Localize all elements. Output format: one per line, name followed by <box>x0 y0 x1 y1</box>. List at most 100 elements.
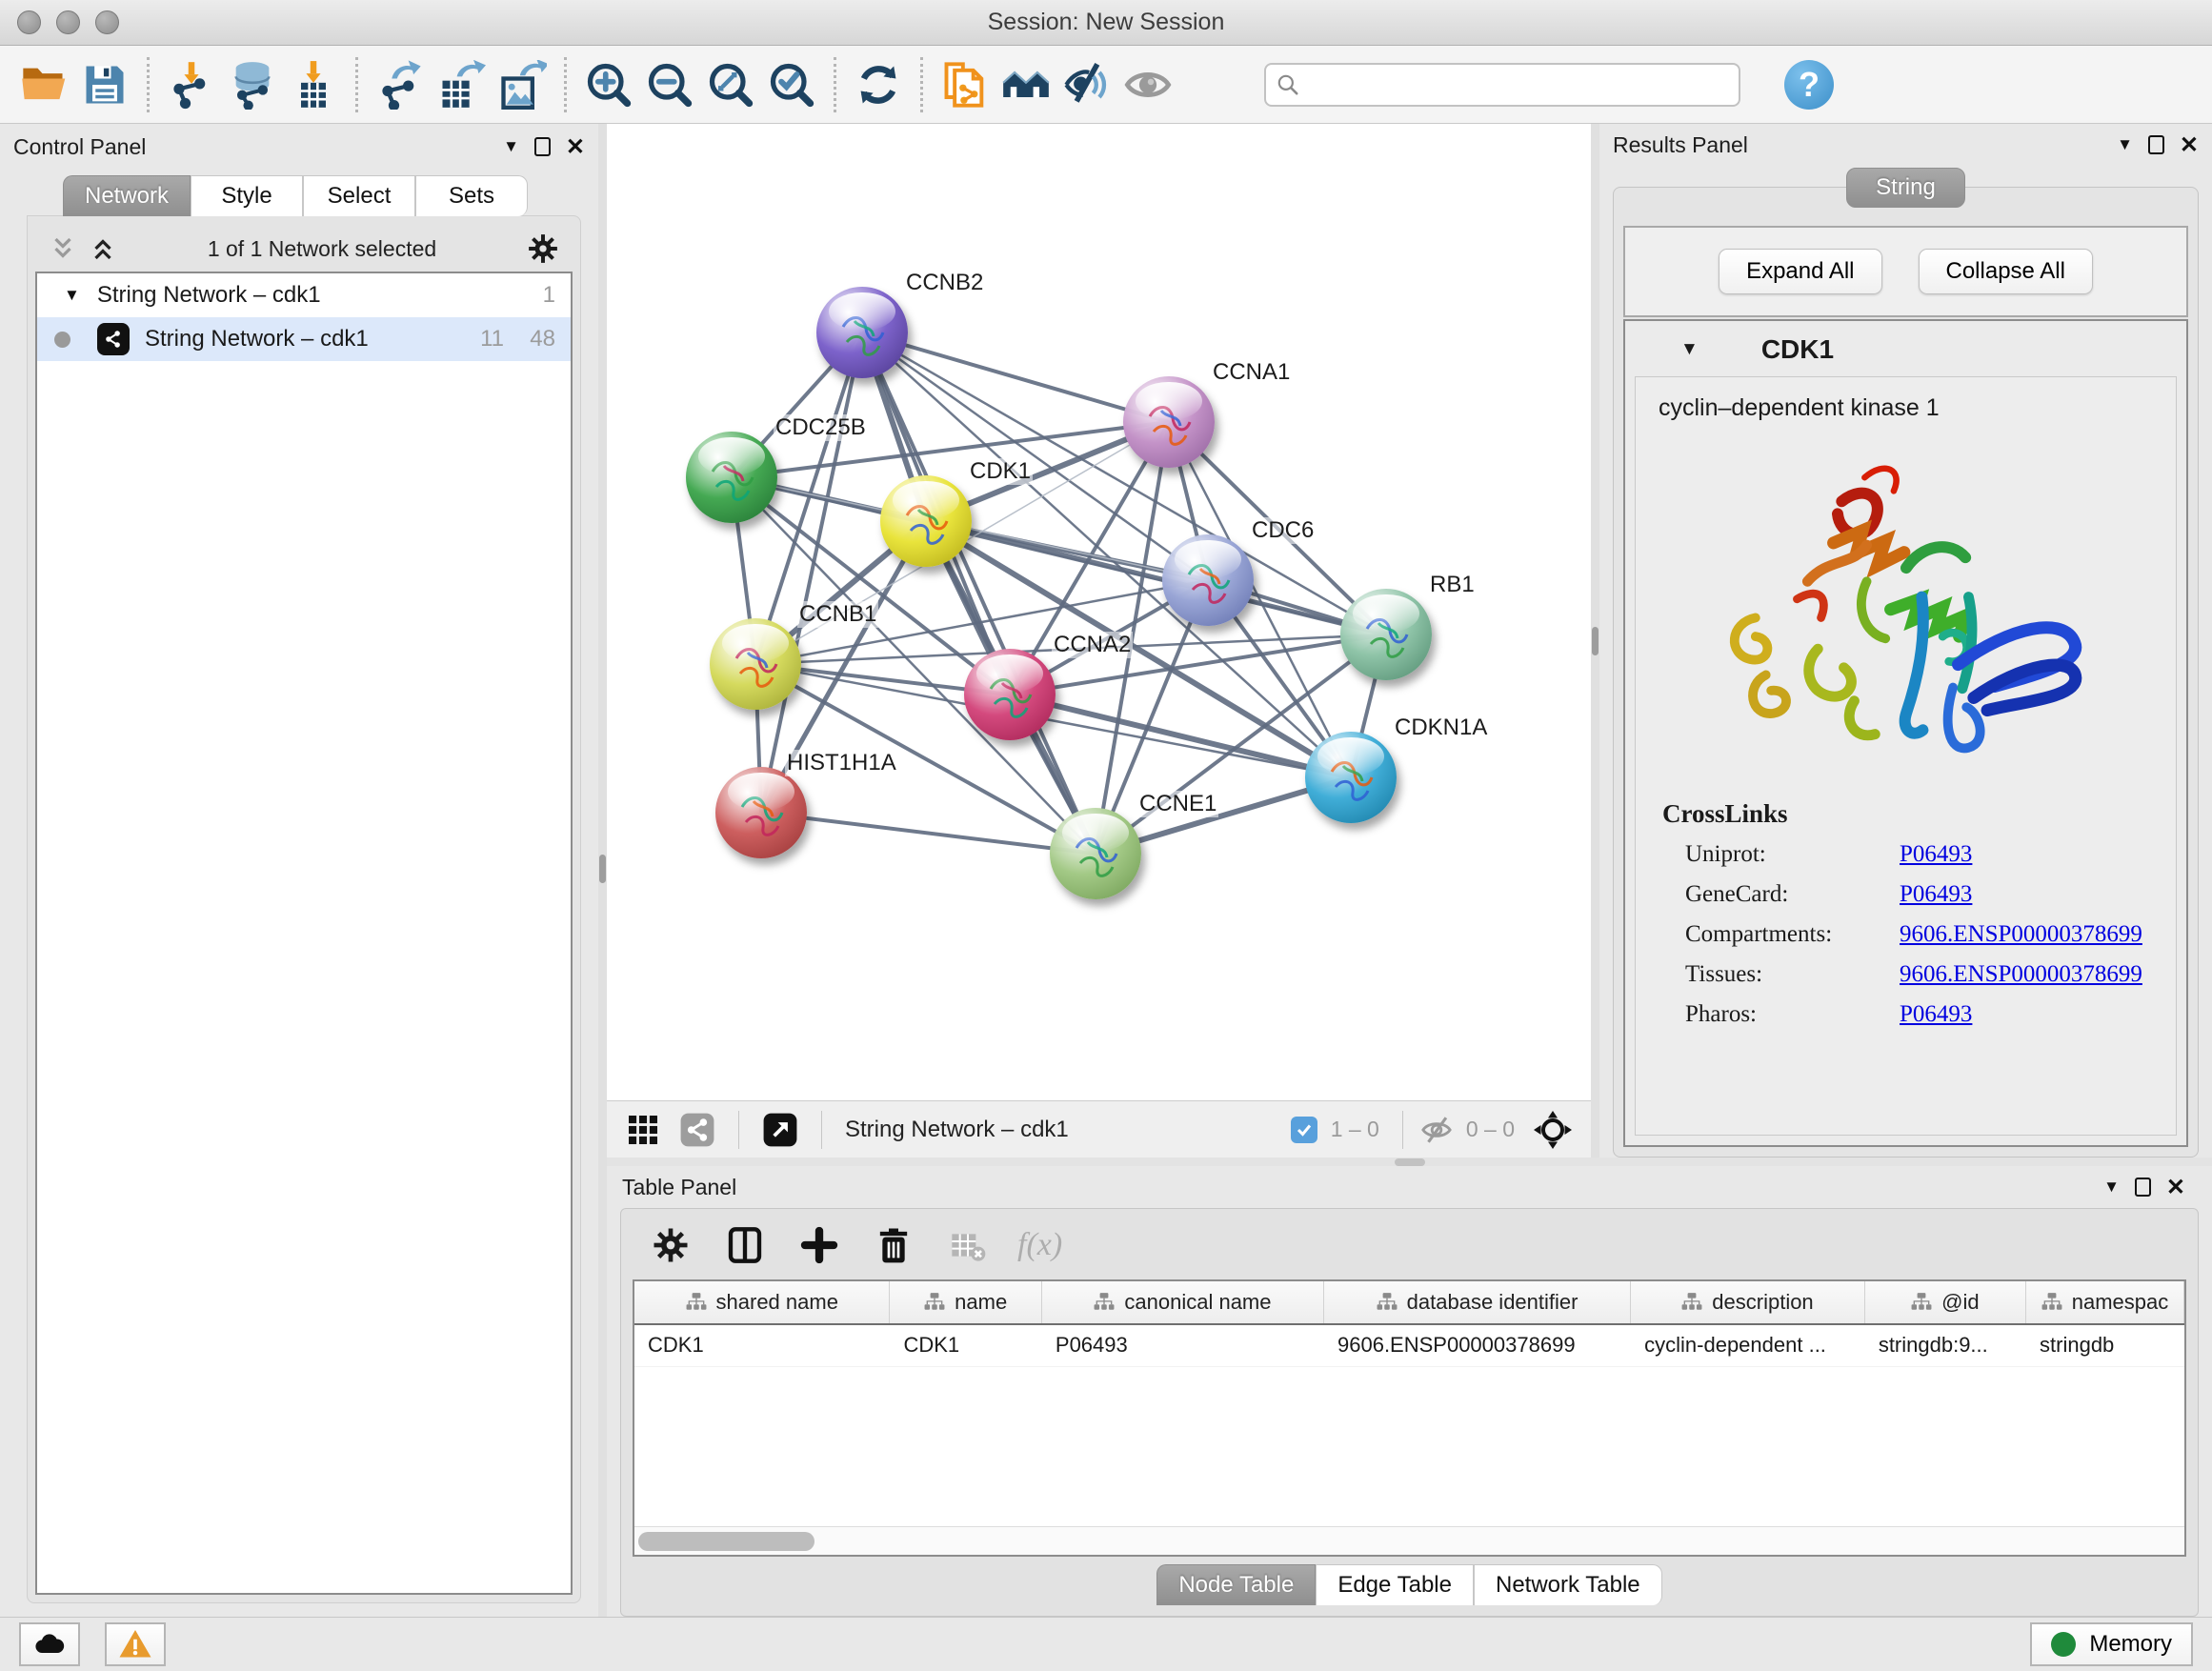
collapse-all-networks-button[interactable] <box>43 234 83 263</box>
expand-all-networks-button[interactable] <box>83 234 123 263</box>
import-table-file-button[interactable] <box>283 54 344 115</box>
table-cell[interactable]: stringdb <box>2026 1325 2184 1366</box>
tree-expand-icon[interactable]: ▼ <box>64 286 80 305</box>
network-canvas[interactable]: CCNB2CCNA1CDC25BCDK1CDC6RB1CCNB1CCNA2CDK… <box>607 124 1591 1100</box>
splitter-handle[interactable] <box>1592 627 1599 655</box>
table-cell[interactable]: P06493 <box>1042 1325 1324 1366</box>
network-options-button[interactable] <box>521 232 565 265</box>
panel-float-icon[interactable] <box>2135 1178 2151 1197</box>
memory-button[interactable]: Memory <box>2030 1622 2193 1666</box>
detach-view-button[interactable] <box>756 1112 804 1148</box>
zoom-out-button[interactable] <box>639 54 700 115</box>
network-row-selected[interactable]: String Network – cdk1 11 48 <box>37 317 571 361</box>
table-cell[interactable]: cyclin-dependent ... <box>1631 1325 1865 1366</box>
export-image-button[interactable] <box>492 54 553 115</box>
apply-layout-button[interactable] <box>848 54 909 115</box>
network-node-ccnb2[interactable] <box>816 287 908 378</box>
control-panel-splitter[interactable] <box>598 124 607 1617</box>
grid-view-button[interactable] <box>620 1113 666 1147</box>
show-columns-button[interactable] <box>720 1226 770 1264</box>
results-panel-splitter[interactable] <box>1591 124 1599 1158</box>
splitter-handle[interactable] <box>1395 1158 1425 1166</box>
tab-sets[interactable]: Sets <box>415 175 528 216</box>
close-window-button[interactable] <box>17 10 41 34</box>
column-header--id[interactable]: @id <box>1865 1281 2026 1323</box>
network-node-rb1[interactable] <box>1340 589 1432 680</box>
add-column-button[interactable] <box>794 1226 844 1264</box>
table-horizontal-scrollbar[interactable] <box>634 1526 2184 1555</box>
panel-collapse-icon[interactable]: ▼ <box>503 137 519 156</box>
network-edge-ccnb2-hist1h1a[interactable] <box>761 332 862 813</box>
warnings-button[interactable] <box>105 1622 166 1666</box>
panel-close-icon[interactable]: ✕ <box>566 133 585 161</box>
network-node-ccne1[interactable] <box>1050 808 1141 899</box>
network-edge-ccne1-hist1h1a[interactable] <box>761 813 1096 854</box>
tab-string[interactable]: String <box>1846 168 1965 208</box>
import-network-file-button[interactable] <box>161 54 222 115</box>
string-show-glass-button[interactable] <box>1117 54 1178 115</box>
search-input[interactable] <box>1308 72 1729 97</box>
network-node-hist1h1a[interactable] <box>715 767 807 858</box>
zoom-in-button[interactable] <box>578 54 639 115</box>
network-node-ccnb1[interactable] <box>710 618 801 710</box>
crosslink-link[interactable]: 9606.ENSP00000378699 <box>1900 921 2142 948</box>
zoom-selected-button[interactable] <box>761 54 822 115</box>
tab-network-table[interactable]: Network Table <box>1474 1564 1662 1605</box>
network-node-ccna1[interactable] <box>1123 376 1215 468</box>
table-panel-splitter[interactable] <box>607 1158 2212 1166</box>
tab-network[interactable]: Network <box>63 175 191 216</box>
minimize-window-button[interactable] <box>56 10 80 34</box>
export-network-button[interactable] <box>370 54 431 115</box>
string-hide-glass-button[interactable] <box>1056 54 1117 115</box>
splitter-handle[interactable] <box>599 855 606 883</box>
cloud-status-button[interactable] <box>19 1622 80 1666</box>
column-header-database-identifier[interactable]: database identifier <box>1324 1281 1631 1323</box>
birdseye-toggle-button[interactable] <box>1528 1111 1578 1149</box>
expand-all-button[interactable]: Expand All <box>1719 249 1881 294</box>
network-node-cdkn1a[interactable] <box>1305 732 1397 823</box>
network-node-ccna2[interactable] <box>964 649 1056 740</box>
save-session-button[interactable] <box>74 54 135 115</box>
string-style-button[interactable] <box>674 1112 721 1148</box>
network-node-cdc6[interactable] <box>1162 534 1254 626</box>
maximize-window-button[interactable] <box>95 10 119 34</box>
fit-content-button[interactable] <box>700 54 761 115</box>
tab-node-table[interactable]: Node Table <box>1156 1564 1316 1605</box>
open-session-button[interactable] <box>13 54 74 115</box>
network-node-cdk1[interactable] <box>880 475 972 567</box>
crosslink-link[interactable]: P06493 <box>1900 1001 1972 1028</box>
table-cell[interactable]: CDK1 <box>634 1325 890 1366</box>
delete-column-button[interactable] <box>869 1226 918 1264</box>
table-cell[interactable]: stringdb:9... <box>1865 1325 2026 1366</box>
column-header-description[interactable]: description <box>1631 1281 1865 1323</box>
import-network-database-button[interactable] <box>222 54 283 115</box>
table-options-button[interactable] <box>646 1226 695 1264</box>
network-node-cdc25b[interactable] <box>686 432 777 523</box>
entry-header[interactable]: ▼ CDK1 <box>1625 321 2186 376</box>
panel-float-icon[interactable] <box>534 137 551 156</box>
column-header-shared-name[interactable]: shared name <box>634 1281 890 1323</box>
crosslink-link[interactable]: 9606.ENSP00000378699 <box>1900 961 2142 988</box>
tab-style[interactable]: Style <box>191 175 303 216</box>
tab-edge-table[interactable]: Edge Table <box>1316 1564 1474 1605</box>
table-cell[interactable]: CDK1 <box>890 1325 1041 1366</box>
panel-collapse-icon[interactable]: ▼ <box>2103 1178 2120 1197</box>
entry-expand-icon[interactable]: ▼ <box>1680 339 1699 360</box>
scrollbar-thumb[interactable] <box>638 1532 814 1551</box>
panel-close-icon[interactable]: ✕ <box>2180 131 2199 159</box>
string-home-button[interactable] <box>995 54 1056 115</box>
network-collection-row[interactable]: ▼ String Network – cdk1 1 <box>37 273 571 317</box>
table-cell[interactable]: 9606.ENSP00000378699 <box>1324 1325 1631 1366</box>
column-header-namespac[interactable]: namespac <box>2026 1281 2184 1323</box>
column-header-name[interactable]: name <box>890 1281 1041 1323</box>
crosslink-link[interactable]: P06493 <box>1900 841 1972 868</box>
help-button[interactable]: ? <box>1784 60 1834 110</box>
string-import-button[interactable] <box>935 54 995 115</box>
export-table-button[interactable] <box>431 54 492 115</box>
tab-select[interactable]: Select <box>303 175 415 216</box>
collapse-all-button[interactable]: Collapse All <box>1919 249 2093 294</box>
column-header-canonical-name[interactable]: canonical name <box>1042 1281 1324 1323</box>
panel-collapse-icon[interactable]: ▼ <box>2117 135 2133 154</box>
table-row[interactable]: CDK1CDK1P064939606.ENSP00000378699cyclin… <box>634 1325 2184 1367</box>
panel-float-icon[interactable] <box>2148 135 2164 154</box>
